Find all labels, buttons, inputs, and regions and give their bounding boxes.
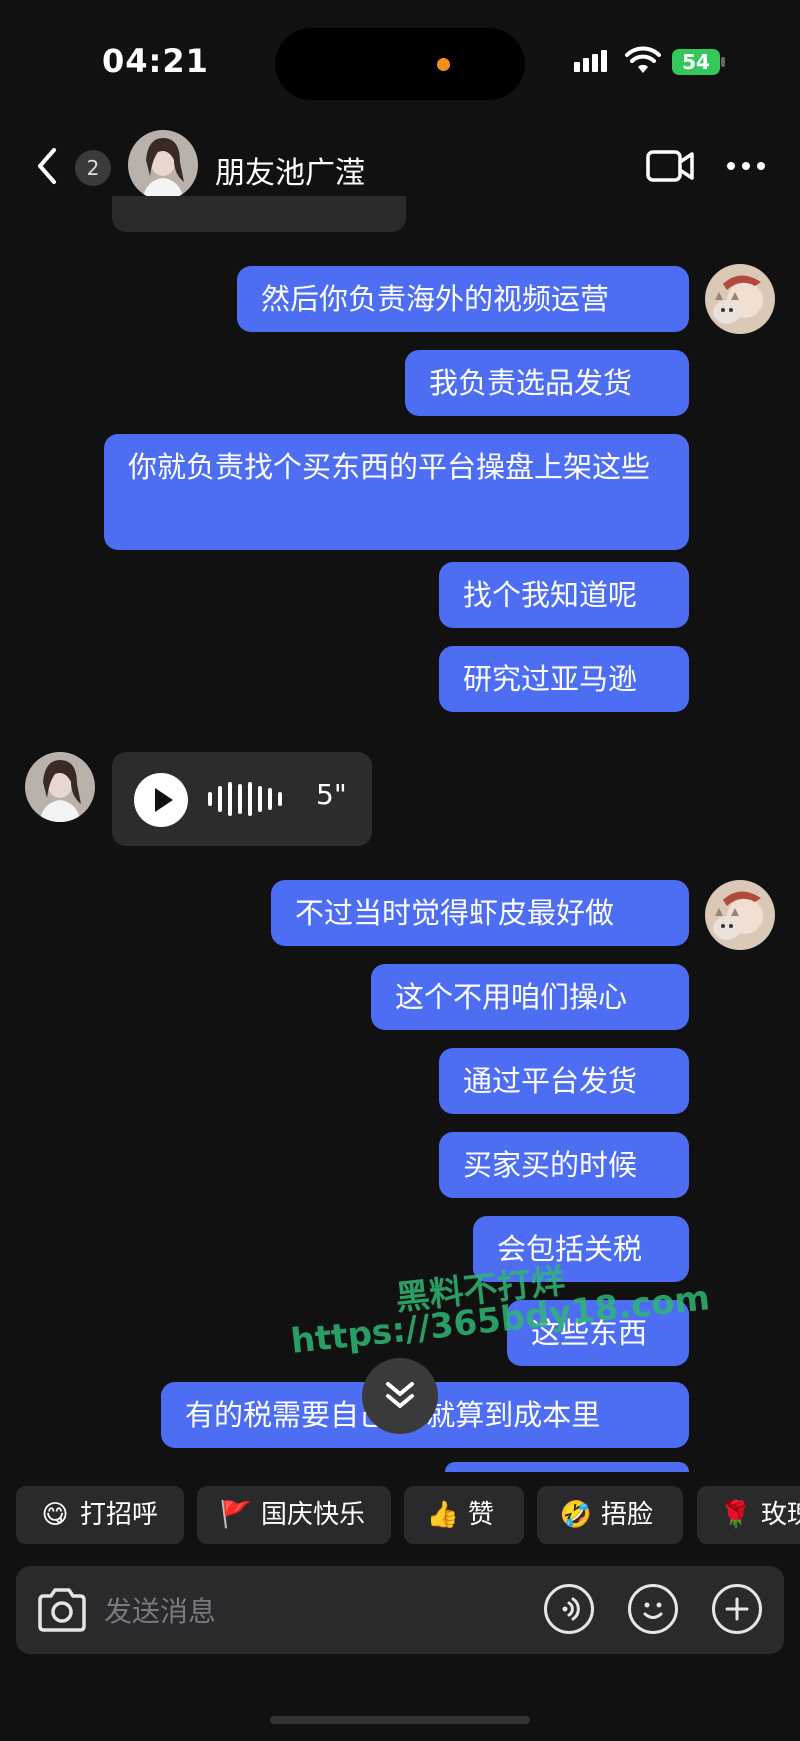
message-bubble[interactable]: 买家买的时候 <box>439 1132 689 1198</box>
emoji-smile-icon[interactable] <box>628 1584 678 1634</box>
contact-message-avatar[interactable] <box>25 752 95 822</box>
rose-icon: 🌹 <box>719 1500 753 1530</box>
message-bubble[interactable]: 你就负责找个买东西的平台操盘上架这些 <box>104 434 689 550</box>
quick-reply-label: 捂脸 <box>601 1500 654 1530</box>
quick-reply-rose[interactable]: 🌹 玫瑰 <box>697 1486 800 1544</box>
scroll-to-bottom-button[interactable] <box>362 1358 438 1434</box>
quick-reply-greet[interactable]: 😋 打招呼 <box>16 1486 184 1544</box>
quick-reply-facepalm[interactable]: 🤣 捂脸 <box>537 1486 683 1544</box>
flag-icon: 🚩 <box>219 1500 253 1530</box>
message-bubble[interactable]: 我负责选品发货 <box>405 350 689 416</box>
status-time: 04:21 <box>102 42 209 80</box>
voice-waveform-icon <box>208 782 288 816</box>
voice-input-icon[interactable] <box>544 1584 594 1634</box>
cellular-signal-icon <box>574 50 610 72</box>
contact-avatar[interactable] <box>128 130 198 200</box>
play-icon[interactable] <box>134 773 188 827</box>
message-input-bar: 发送消息 <box>16 1566 784 1654</box>
double-chevron-down-icon <box>386 1382 414 1408</box>
message-input[interactable]: 发送消息 <box>104 1590 216 1630</box>
quick-reply-label: 玫瑰 <box>761 1500 800 1530</box>
message-bubble[interactable]: 不过当时觉得虾皮最好做 <box>271 880 689 946</box>
wifi-icon <box>625 46 661 73</box>
battery-cap <box>721 57 725 67</box>
dynamic-island <box>275 28 525 100</box>
voice-message[interactable]: 5" <box>112 752 372 846</box>
my-avatar[interactable] <box>705 264 775 334</box>
status-bar: 04:21 54 <box>0 0 800 120</box>
message-bubble[interactable]: 然后你负责海外的视频运营 <box>237 266 689 332</box>
thumbs-up-icon: 👍 <box>426 1500 460 1530</box>
message-bubble[interactable]: 这个不用咱们操心 <box>371 964 689 1030</box>
unread-count-badge[interactable]: 2 <box>75 150 111 186</box>
message-bubble[interactable]: 找个我知道呢 <box>439 562 689 628</box>
previous-message-bubble <box>112 196 406 232</box>
message-bubble-partial <box>445 1462 689 1472</box>
quick-reply-label: 打招呼 <box>80 1500 159 1530</box>
contact-name[interactable]: 朋友池广滢 <box>215 148 365 192</box>
more-options-icon[interactable] <box>726 160 766 172</box>
message-bubble[interactable]: 通过平台发货 <box>439 1048 689 1114</box>
voice-duration: 5" <box>316 778 347 811</box>
message-bubble[interactable]: 研究过亚马逊 <box>439 646 689 712</box>
video-call-icon[interactable] <box>646 148 694 184</box>
back-chevron-icon[interactable] <box>28 144 68 188</box>
battery-indicator: 54 <box>672 49 720 75</box>
quick-reply-like[interactable]: 👍 赞 <box>404 1486 524 1544</box>
plus-icon[interactable] <box>712 1584 762 1634</box>
quick-reply-national-day[interactable]: 🚩 国庆快乐 <box>197 1486 391 1544</box>
my-avatar[interactable] <box>705 880 775 950</box>
camera-icon[interactable] <box>36 1586 88 1634</box>
home-indicator <box>270 1716 530 1724</box>
recording-indicator <box>437 58 450 71</box>
quick-reply-label: 赞 <box>468 1500 495 1530</box>
emoji-icon: 😋 <box>41 1500 69 1530</box>
quick-reply-bar: 😋打招呼 🚩国庆快乐 👍赞 🤣捂脸 🌹玫瑰 <box>0 1486 800 1546</box>
laughing-face-icon: 🤣 <box>559 1500 593 1530</box>
quick-reply-label: 国庆快乐 <box>261 1500 366 1530</box>
